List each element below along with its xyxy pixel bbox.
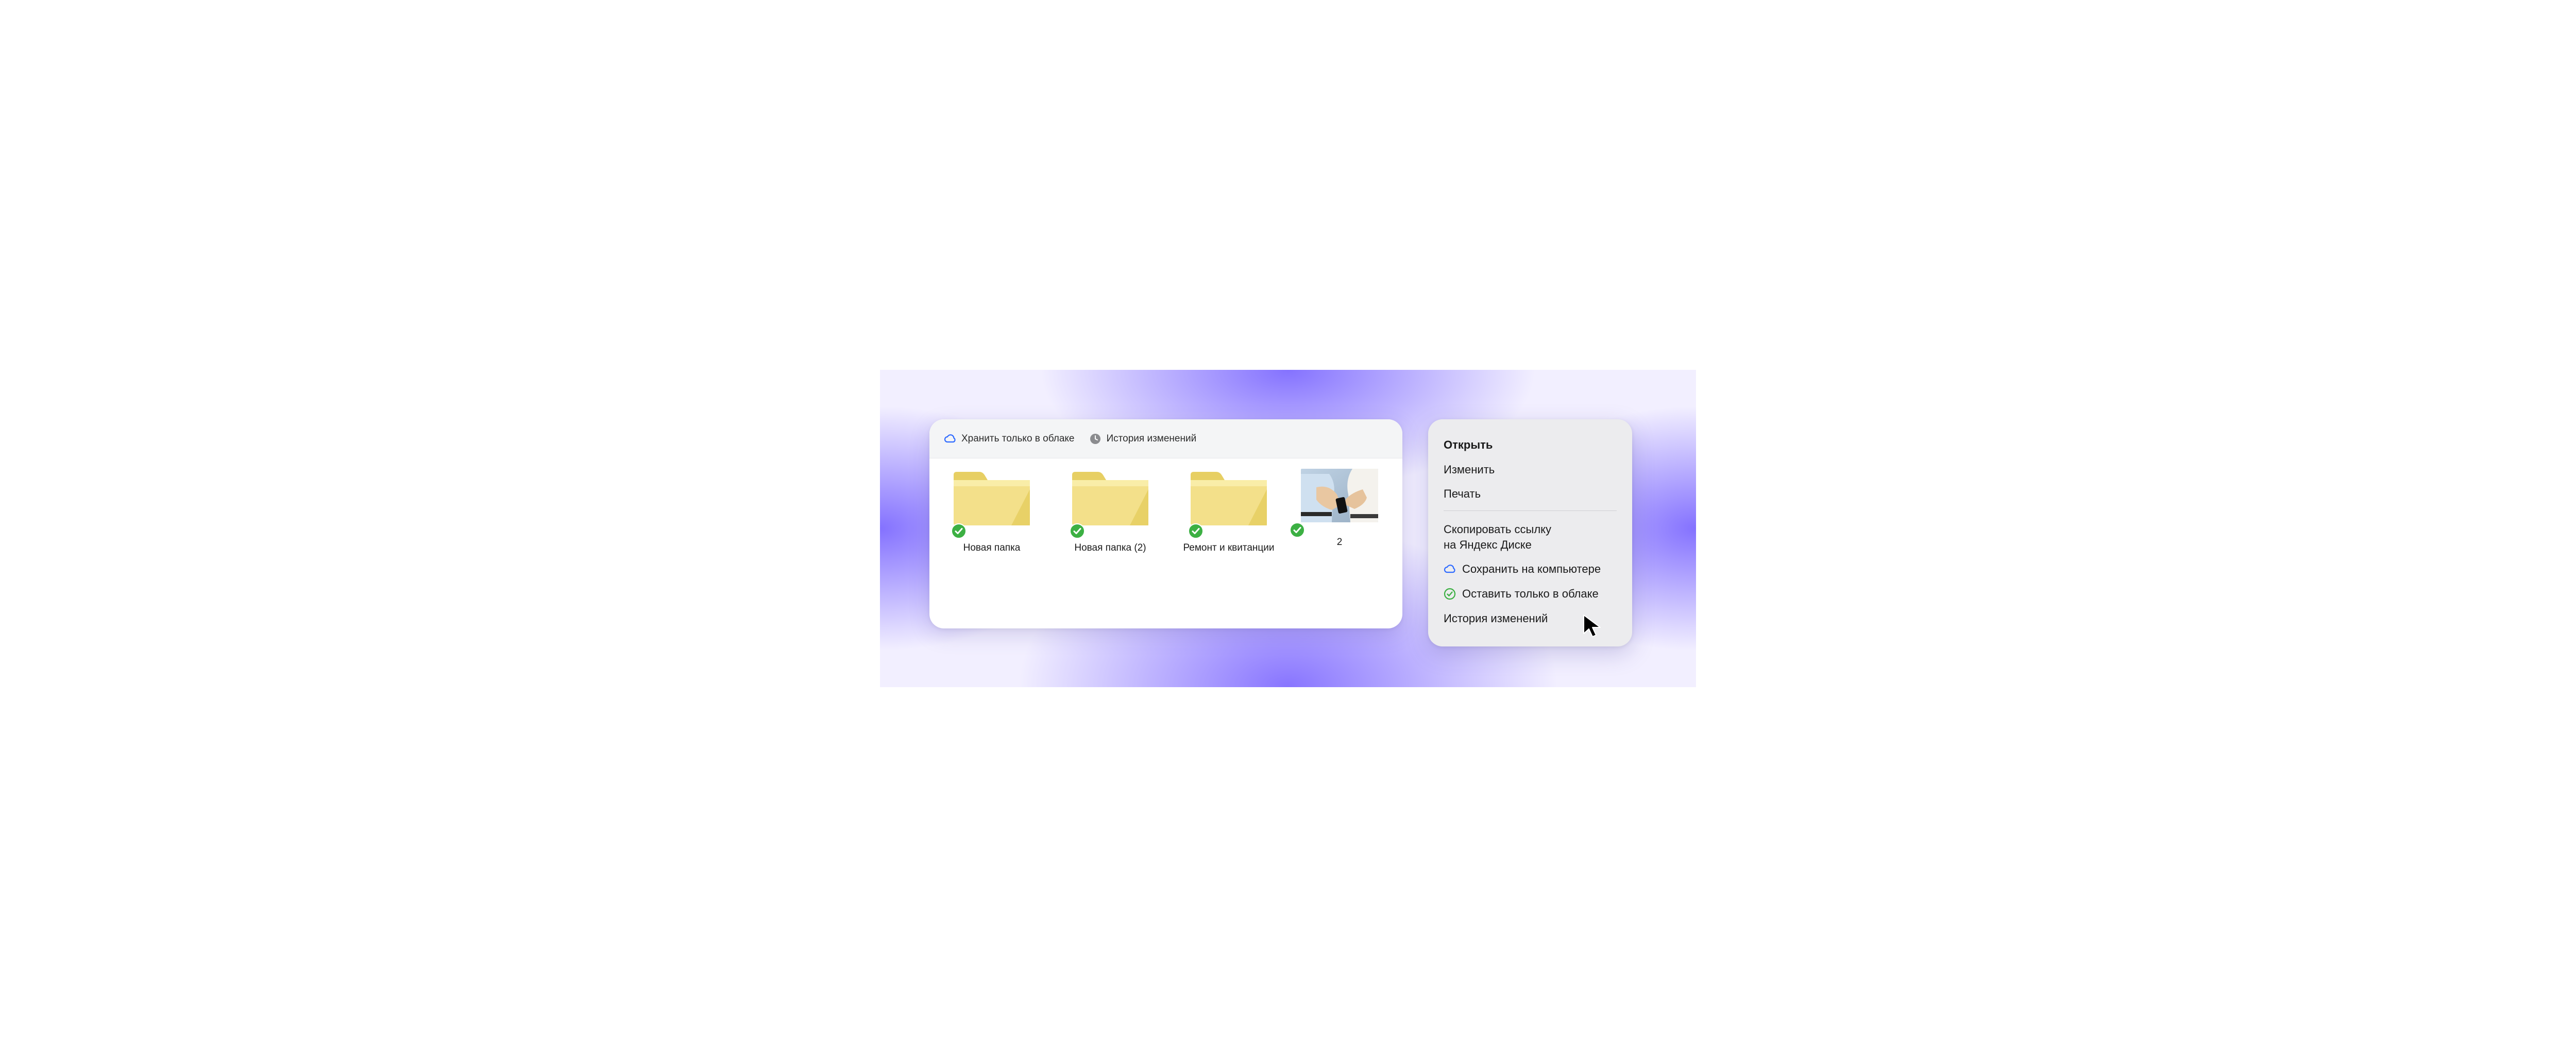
cloud-icon	[1444, 563, 1456, 575]
image-thumbnail	[1301, 469, 1378, 522]
folder-item[interactable]: Новая папка	[943, 469, 1041, 554]
context-menu: Открыть Изменить Печать Скопировать ссыл…	[1428, 419, 1632, 646]
context-edit-label: Изменить	[1444, 462, 1495, 478]
context-history-label: История изменений	[1444, 611, 1548, 626]
folder-icon	[1066, 469, 1154, 536]
folder-item[interactable]: Ремонт и квитанции	[1180, 469, 1278, 554]
sync-badge-icon	[1188, 523, 1204, 539]
context-copy-link[interactable]: Скопировать ссылку на Яндекс Диске	[1444, 517, 1617, 557]
cloud-icon	[944, 433, 956, 445]
folder-item[interactable]: Новая папка (2)	[1061, 469, 1159, 554]
toolbar-cloud-only-label: Хранить только в облаке	[961, 433, 1075, 445]
toolbar-history[interactable]: История изменений	[1089, 433, 1197, 445]
context-edit[interactable]: Изменить	[1444, 457, 1617, 482]
context-copy-link-label: Скопировать ссылку на Яндекс Диске	[1444, 522, 1551, 552]
image-item[interactable]: 2	[1298, 469, 1381, 548]
context-separator	[1444, 510, 1617, 511]
context-history[interactable]: История изменений	[1444, 606, 1617, 631]
context-print[interactable]: Печать	[1444, 482, 1617, 506]
toolbar-cloud-only[interactable]: Хранить только в облаке	[944, 433, 1075, 445]
context-save-local-label: Сохранить на компьютере	[1462, 561, 1601, 577]
context-cloud-only-label: Оставить только в облаке	[1462, 586, 1599, 602]
sync-badge-icon	[1290, 522, 1305, 538]
stage: Хранить только в облаке История изменени…	[880, 370, 1696, 687]
file-label: Новая папка	[943, 542, 1041, 554]
sync-badge-icon	[951, 523, 967, 539]
sync-badge-icon	[1070, 523, 1085, 539]
check-circle-icon	[1444, 588, 1456, 600]
file-label: Ремонт и квитанции	[1180, 542, 1278, 554]
folder-icon	[948, 469, 1036, 536]
explorer-toolbar: Хранить только в облаке История изменени…	[929, 419, 1402, 458]
folder-icon	[1185, 469, 1273, 536]
context-open[interactable]: Открыть	[1444, 433, 1617, 457]
toolbar-history-label: История изменений	[1107, 433, 1197, 445]
context-print-label: Печать	[1444, 486, 1481, 502]
file-label: 2	[1298, 537, 1381, 548]
context-save-local[interactable]: Сохранить на компьютере	[1444, 557, 1617, 582]
explorer-body: Новая папка Новая папка (2)	[929, 458, 1402, 554]
explorer-window: Хранить только в облаке История изменени…	[929, 419, 1402, 628]
context-open-label: Открыть	[1444, 437, 1493, 453]
file-label: Новая папка (2)	[1061, 542, 1159, 554]
context-cloud-only[interactable]: Оставить только в облаке	[1444, 582, 1617, 606]
clock-icon	[1089, 433, 1101, 445]
